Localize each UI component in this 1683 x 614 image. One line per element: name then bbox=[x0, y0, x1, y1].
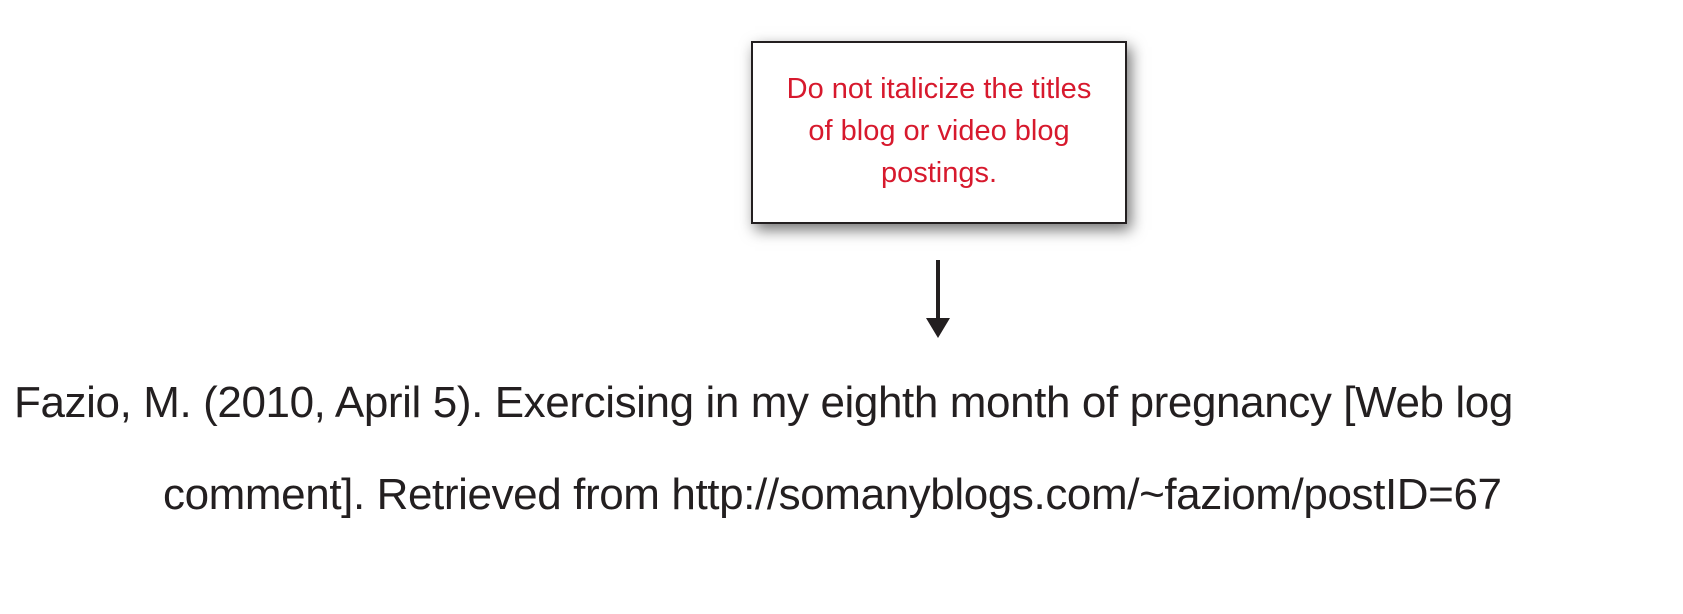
arrow-down-icon bbox=[926, 260, 950, 338]
arrow-head bbox=[926, 318, 950, 338]
citation-line-2: comment]. Retrieved from http://somanybl… bbox=[163, 470, 1502, 519]
citation-line-1: Fazio, M. (2010, April 5). Exercising in… bbox=[14, 378, 1513, 427]
